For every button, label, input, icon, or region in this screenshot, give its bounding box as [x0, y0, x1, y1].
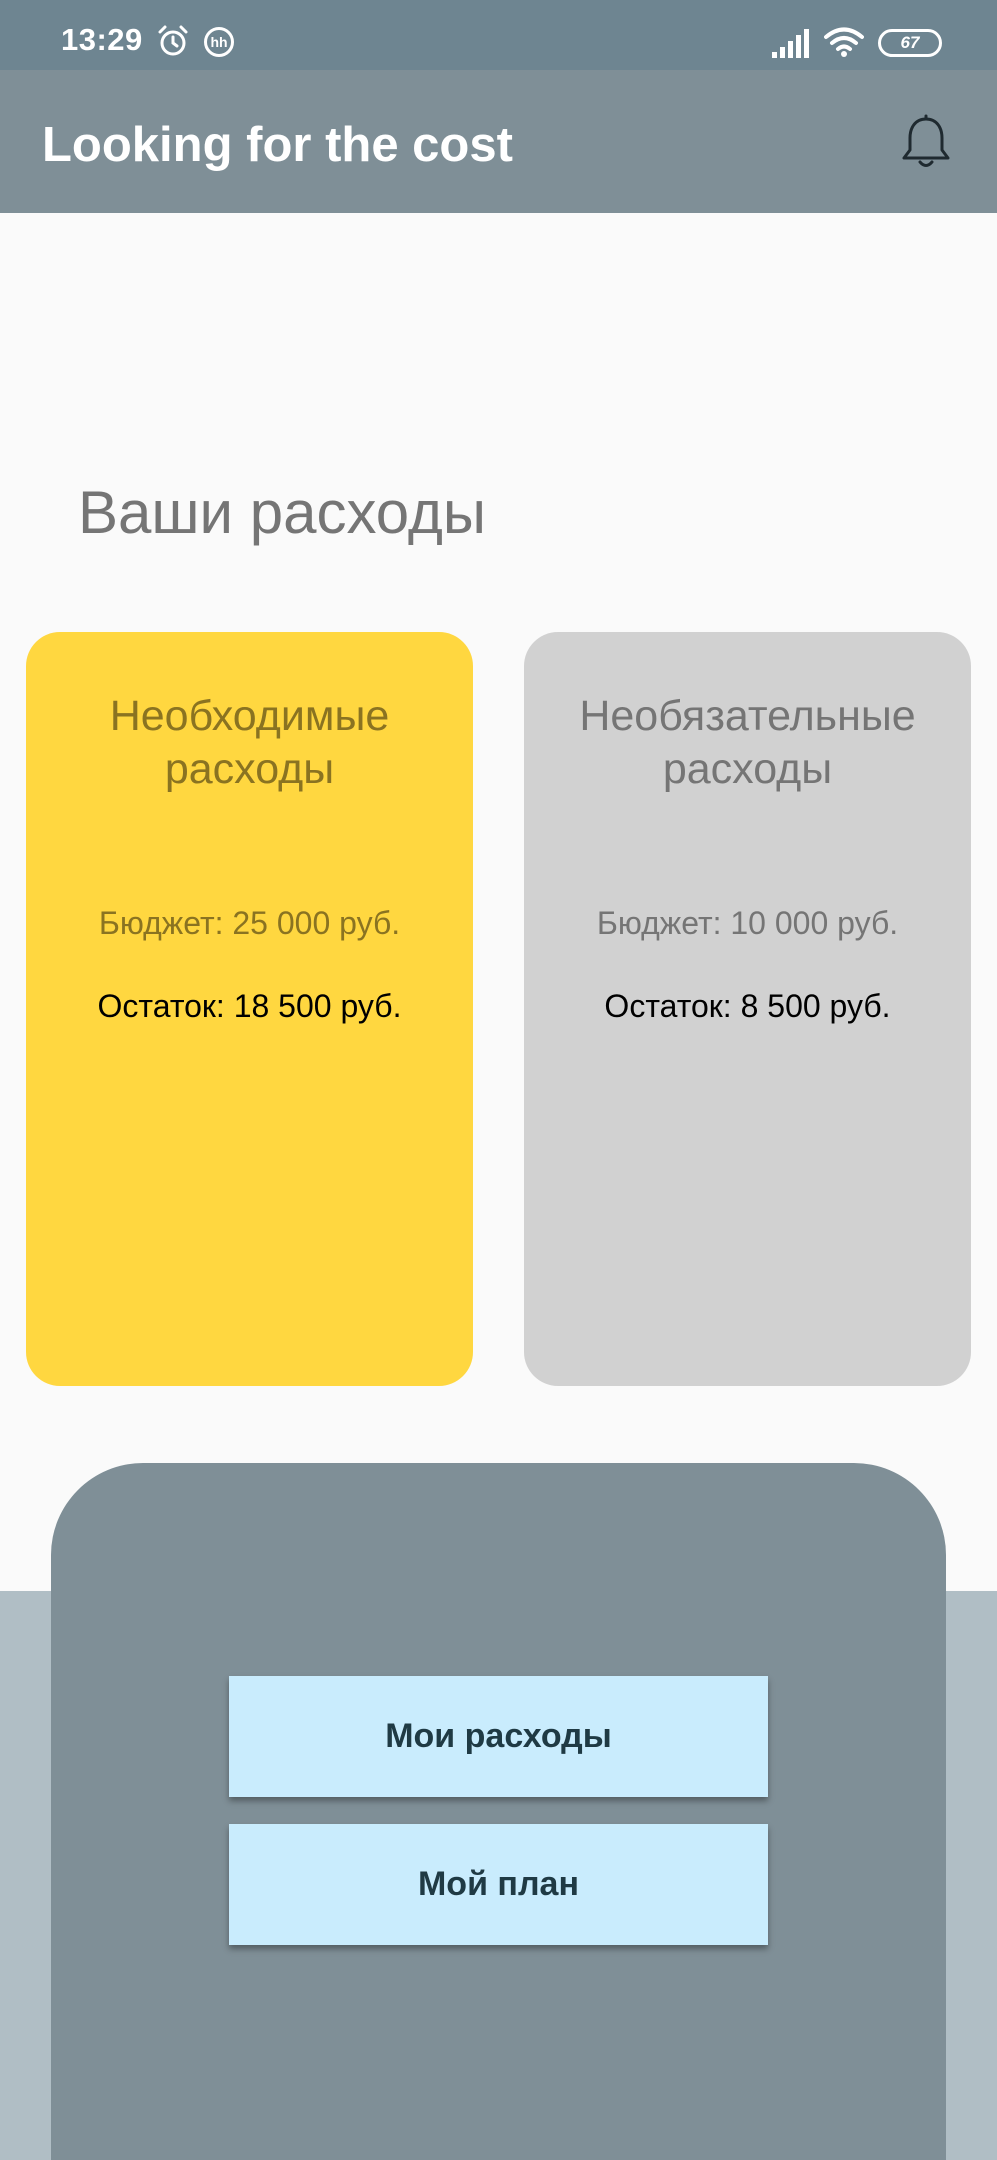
section-title: Ваши расходы: [78, 479, 486, 546]
status-bar: 13:29 hh 67: [0, 0, 997, 70]
card-remainder: Остаток: 8 500 руб.: [604, 988, 891, 1024]
bottom-panel: [51, 1463, 946, 2160]
app-bar: Looking for the cost: [0, 70, 997, 213]
wifi-icon: [824, 27, 864, 57]
card-title: Необходимые расходы: [109, 692, 390, 793]
status-time: 13:29: [61, 22, 143, 57]
app-title: Looking for the cost: [42, 118, 513, 172]
signal-icon: [772, 29, 809, 58]
necessary-expenses-card[interactable]: Необходимые расходы Бюджет: 25 000 руб. …: [26, 632, 473, 1386]
card-budget: Бюджет: 25 000 руб.: [98, 905, 401, 941]
hh-app-icon: hh: [204, 27, 234, 57]
card-title: Необязательные расходы: [579, 692, 916, 793]
battery-icon: 67: [878, 29, 942, 57]
my-expenses-button[interactable]: Мои расходы: [229, 1676, 768, 1797]
my-plan-button[interactable]: Мой план: [229, 1824, 768, 1945]
optional-expenses-card[interactable]: Необязательные расходы Бюджет: 10 000 ру…: [524, 632, 971, 1386]
alarm-icon: [158, 25, 188, 56]
card-budget: Бюджет: 10 000 руб.: [596, 905, 899, 941]
card-remainder: Остаток: 18 500 руб.: [97, 988, 402, 1024]
bell-icon[interactable]: [900, 114, 952, 170]
